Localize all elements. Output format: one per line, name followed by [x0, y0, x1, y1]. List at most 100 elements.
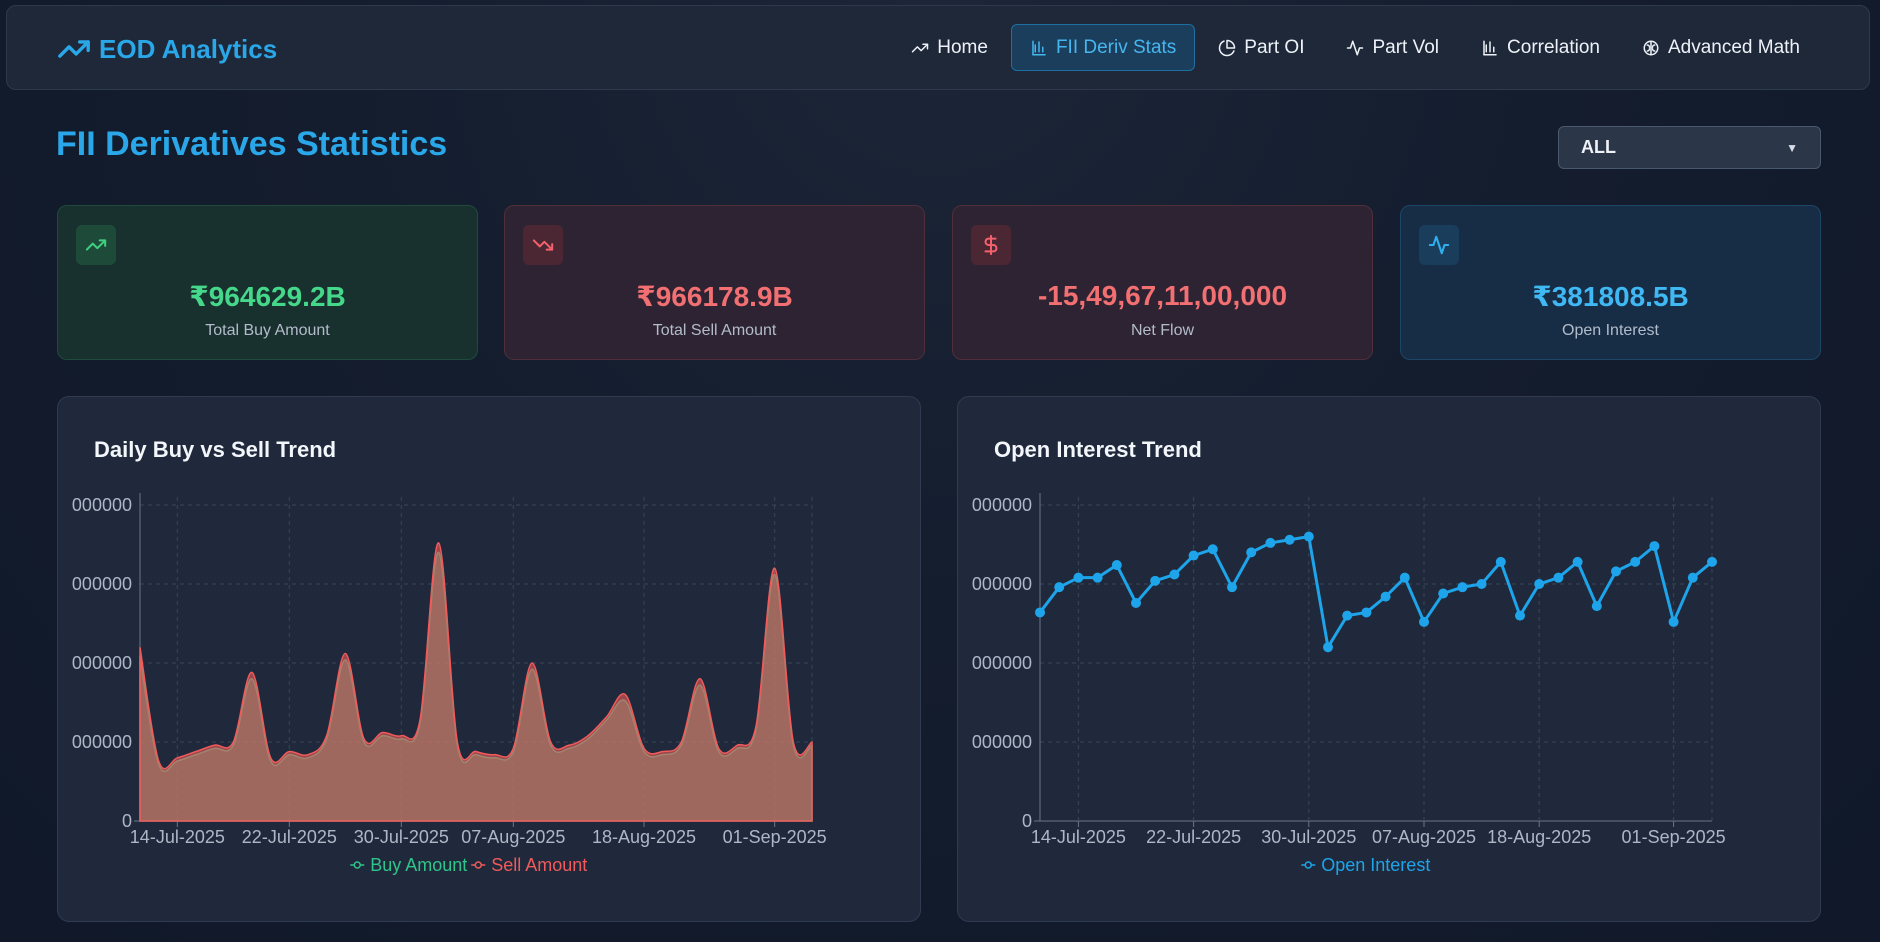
- x-tick-label: 07-Aug-2025: [461, 827, 565, 847]
- stat-card-total-sell: ₹966178.9B Total Sell Amount: [504, 205, 925, 360]
- data-point[interactable]: [1207, 544, 1218, 555]
- dollar-icon: [971, 225, 1011, 265]
- category-select[interactable]: ALL ▼: [1558, 126, 1821, 169]
- data-point[interactable]: [1246, 547, 1257, 558]
- nav-item-label: Correlation: [1507, 36, 1600, 58]
- data-point[interactable]: [1169, 569, 1180, 580]
- y-tick-label: 000000: [972, 653, 1032, 673]
- data-point[interactable]: [1111, 560, 1122, 571]
- data-point[interactable]: [1553, 572, 1564, 583]
- activity-icon: [1347, 40, 1364, 55]
- bar-chart-icon: [1032, 40, 1046, 55]
- data-point[interactable]: [1630, 556, 1641, 567]
- nav-item-part-vol[interactable]: Part Vol: [1327, 24, 1458, 71]
- open-interest-line-chart: 000000000000000000000000014-Jul-2025 22-J…: [972, 493, 1726, 875]
- open-interest-trend-panel: Open Interest Trend 0 000000 000000 000000 0…: [957, 396, 1821, 922]
- data-point[interactable]: [1150, 575, 1161, 586]
- data-point[interactable]: [1457, 582, 1468, 593]
- stat-card-total-buy: ₹964629.2B Total Buy Amount: [57, 205, 478, 360]
- pie-chart-icon: [1219, 39, 1236, 56]
- data-point[interactable]: [1284, 534, 1295, 545]
- x-tick-label: 14-Jul-2025: [130, 827, 225, 847]
- data-point[interactable]: [1687, 572, 1698, 583]
- data-point[interactable]: [1534, 579, 1545, 589]
- data-point[interactable]: [1419, 616, 1429, 627]
- line-series-open-interest: [1038, 535, 1713, 649]
- x-tick-label: 14-Jul-2025: [1031, 827, 1126, 847]
- nav-item-advanced-math[interactable]: Advanced Math: [1623, 24, 1819, 71]
- data-point[interactable]: [1668, 616, 1679, 627]
- data-point[interactable]: [1323, 642, 1333, 653]
- legend-item-open-interest[interactable]: Open Interest: [1301, 855, 1430, 875]
- data-point[interactable]: [1380, 591, 1391, 602]
- data-point[interactable]: [1092, 572, 1103, 583]
- nav-item-home[interactable]: Home: [892, 24, 1007, 71]
- data-point[interactable]: [1438, 588, 1449, 599]
- stat-label: Total Buy Amount: [205, 322, 330, 339]
- data-point[interactable]: [1054, 582, 1065, 593]
- brand-logo[interactable]: EOD Analytics: [57, 32, 277, 66]
- data-point[interactable]: [1495, 556, 1506, 567]
- y-tick-label: 000000: [972, 574, 1032, 594]
- data-point[interactable]: [1591, 601, 1602, 612]
- trending-down-icon: [523, 225, 563, 265]
- data-point[interactable]: [1131, 597, 1141, 608]
- nav-item-label: Advanced Math: [1667, 36, 1800, 58]
- trending-up-icon: [58, 40, 90, 58]
- stat-label: Total Sell Amount: [652, 322, 777, 339]
- x-tick-label: 30-Jul-2025: [1261, 827, 1356, 847]
- stat-label: Net Flow: [1130, 322, 1195, 339]
- data-point[interactable]: [1515, 610, 1525, 621]
- y-tick-label: 000000: [72, 732, 132, 752]
- area-series-sell-amount: [139, 542, 813, 822]
- data-point[interactable]: [1303, 531, 1314, 542]
- data-point[interactable]: [1227, 582, 1237, 593]
- x-tick-label: 30-Jul-2025: [354, 827, 449, 847]
- stat-label: Open Interest: [1562, 322, 1659, 339]
- data-point[interactable]: [1707, 556, 1717, 567]
- x-tick-label: 07-Aug-2025: [1372, 827, 1476, 847]
- data-point[interactable]: [1188, 550, 1199, 561]
- nav-item-label: Part OI: [1244, 36, 1305, 58]
- data-point[interactable]: [1035, 607, 1045, 618]
- y-tick-label: 000000: [972, 495, 1032, 515]
- brain-icon: [1643, 40, 1659, 55]
- data-point[interactable]: [1399, 572, 1410, 583]
- buy-sell-trend-panel: Daily Buy vs Sell Trend 0 000000 000000 000…: [57, 396, 921, 922]
- stat-card-open-interest: ₹381808.5B Open Interest: [1400, 205, 1821, 360]
- x-tick-label: 22-Jul-2025: [1146, 827, 1241, 847]
- legend-item-sell-amount[interactable]: Sell Amount: [471, 855, 587, 875]
- navbar: EOD Analytics Home FII Deriv Stats Part OI…: [6, 5, 1870, 90]
- x-tick-label: 18-Aug-2025: [1487, 827, 1591, 847]
- bar-chart-icon: [1483, 40, 1497, 55]
- data-point[interactable]: [1611, 566, 1621, 577]
- x-tick-label: 18-Aug-2025: [592, 827, 696, 847]
- y-tick-label: 000000: [972, 732, 1032, 752]
- page-title: FII Derivatives Statistics: [56, 125, 448, 163]
- data-point[interactable]: [1572, 556, 1583, 567]
- y-tick-label: 000000: [72, 653, 132, 673]
- buy-sell-area-chart: 000000000000000000000000014-Jul-2025 22-J…: [72, 493, 827, 875]
- nav-item-part-oi[interactable]: Part OI: [1199, 24, 1323, 71]
- data-point[interactable]: [1342, 610, 1353, 621]
- x-tick-label: 01-Sep-2025: [723, 827, 827, 847]
- legend-marker-icon: [353, 861, 361, 869]
- data-point[interactable]: [1649, 541, 1660, 552]
- trending-up-icon: [76, 225, 116, 265]
- nav-item-correlation[interactable]: Correlation: [1462, 24, 1619, 71]
- legend-marker-icon: [474, 861, 482, 869]
- y-tick-label: 000000: [72, 495, 132, 515]
- stat-value: -15,49,67,11,00,000: [1037, 280, 1288, 311]
- y-tick-label: 000000: [72, 574, 132, 594]
- legend-item-buy-amount[interactable]: Buy Amount: [350, 855, 467, 875]
- data-point[interactable]: [1476, 579, 1487, 589]
- legend-label: Buy Amount: [370, 855, 467, 875]
- stat-value: ₹966178.9B: [636, 281, 793, 312]
- data-point[interactable]: [1361, 607, 1372, 618]
- data-point[interactable]: [1073, 572, 1084, 583]
- nav-item-fii-deriv-stats[interactable]: FII Deriv Stats: [1010, 24, 1196, 71]
- x-tick-label: 01-Sep-2025: [1622, 827, 1726, 847]
- nav-item-label: Home: [937, 36, 988, 58]
- data-point[interactable]: [1265, 537, 1276, 548]
- legend-label: Sell Amount: [491, 855, 587, 875]
